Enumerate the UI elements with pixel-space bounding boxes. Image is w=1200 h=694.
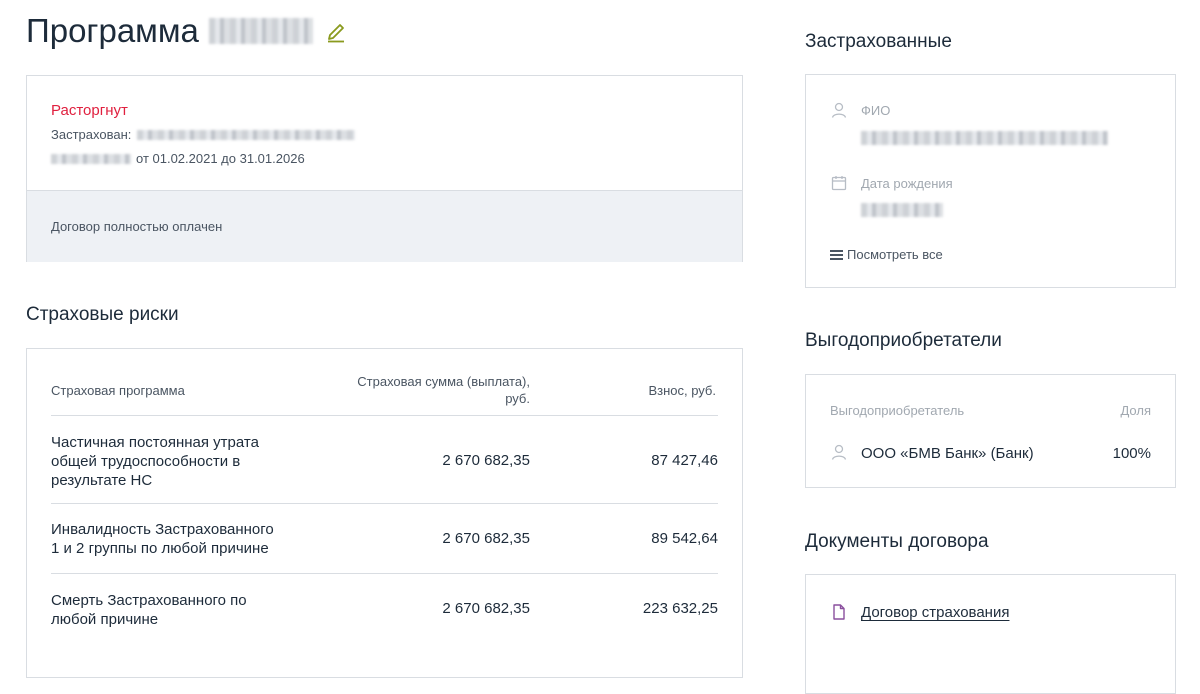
beneficiaries-heading: Выгодоприобретатели — [805, 330, 1002, 351]
document-icon — [833, 604, 845, 620]
risk-name: Инвалидность Застрахованного 1 и 2 групп… — [51, 520, 311, 558]
beneficiary-share: 100% — [1112, 445, 1151, 462]
page-title-text: Программа — [26, 12, 199, 49]
redacted-dob — [861, 203, 943, 217]
page-title: Программа — [26, 12, 313, 50]
risk-name: Смерть Застрахованного по любой причине — [51, 591, 311, 629]
risk-sum: 2 670 682,35 — [442, 600, 530, 617]
risk-name-line: Частичная постоянная утрата — [51, 434, 259, 451]
calendar-icon — [831, 176, 847, 191]
beneficiaries-card: Выгодоприобретатель Доля ООО «БМВ Банк» … — [805, 374, 1176, 488]
column-header-sum-line1: Страховая сумма (выплата), — [357, 374, 530, 389]
risk-fee: 89 542,64 — [651, 530, 718, 547]
insured-line: Застрахован: — [51, 127, 356, 142]
risk-name-line: общей трудоспособности в — [51, 453, 241, 470]
status-badge: Расторгнут — [51, 102, 128, 119]
risk-name-line: результате НС — [51, 472, 153, 489]
policy-period-text: от 01.02.2021 до 31.01.2026 — [136, 151, 305, 166]
edit-icon[interactable] — [325, 22, 347, 44]
risk-name-line: любой причине — [51, 611, 159, 628]
payment-status-text: Договор полностью оплачен — [51, 219, 223, 234]
payment-status-band: Договор полностью оплачен — [27, 190, 742, 262]
view-all-label: Посмотреть все — [847, 247, 943, 262]
divider — [51, 573, 718, 574]
documents-card: Договор страхования — [805, 574, 1176, 694]
divider — [51, 503, 718, 504]
risk-fee: 223 632,25 — [642, 600, 718, 617]
risk-name-line: Смерть Застрахованного по — [51, 592, 247, 609]
risk-sum: 2 670 682,35 — [442, 530, 530, 547]
column-header-share: Доля — [1120, 403, 1151, 418]
menu-icon — [830, 249, 843, 260]
risk-name: Частичная постоянная утрата общей трудос… — [51, 433, 311, 490]
policy-summary-card: Расторгнут Застрахован: от 01.02.2021 до… — [26, 75, 743, 262]
insured-label: Застрахован: — [51, 127, 132, 142]
insured-card: ФИО Дата рождения Посмотреть все — [805, 74, 1176, 288]
column-header-beneficiary: Выгодоприобретатель — [830, 403, 965, 418]
person-icon — [831, 444, 847, 460]
insured-heading: Застрахованные — [805, 31, 952, 52]
redacted-fio — [861, 131, 1108, 145]
column-header-fee: Взнос, руб. — [648, 383, 716, 398]
divider — [51, 415, 718, 416]
policy-period: от 01.02.2021 до 31.01.2026 — [51, 151, 305, 166]
beneficiary-name: ООО «БМВ Банк» (Банк) — [861, 445, 1034, 462]
column-header-sum: Страховая сумма (выплата), руб. — [310, 373, 530, 407]
document-link[interactable]: Договор страхования — [861, 604, 1009, 621]
redacted-insured-name — [137, 129, 356, 140]
risk-fee: 87 427,46 — [651, 452, 718, 469]
column-header-program: Страховая программа — [51, 383, 185, 398]
risk-name-line: Инвалидность Застрахованного — [51, 521, 274, 538]
fio-label: ФИО — [861, 103, 891, 118]
risks-heading: Страховые риски — [26, 304, 179, 325]
dob-label: Дата рождения — [861, 176, 953, 191]
view-all-link[interactable]: Посмотреть все — [830, 247, 943, 262]
risk-sum: 2 670 682,35 — [442, 452, 530, 469]
risks-table: Страховая программа Страховая сумма (вып… — [26, 348, 743, 678]
redacted-policy-number — [51, 153, 131, 164]
documents-heading: Документы договора — [805, 531, 989, 552]
column-header-sum-line2: руб. — [505, 391, 530, 406]
redacted-program-name — [208, 18, 313, 44]
risk-name-line: 1 и 2 группы по любой причине — [51, 540, 269, 557]
person-icon — [831, 102, 847, 118]
